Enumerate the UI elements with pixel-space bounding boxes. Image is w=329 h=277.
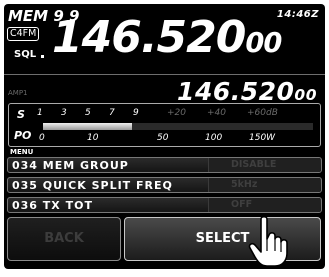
s-scale-tick: 9	[133, 108, 139, 118]
s-scale-tick: 3	[61, 108, 67, 118]
clock-display: 14:46Z	[276, 9, 319, 20]
menu-title: MENU	[10, 148, 34, 156]
po-meter-label: PO	[14, 129, 32, 142]
sql-indicator: SQL	[14, 49, 37, 60]
menu-item-value: 5kHz	[208, 178, 320, 192]
po-scale-tick: 100	[205, 133, 223, 143]
back-button[interactable]: BACK	[7, 217, 121, 261]
s-scale-tick: +60dB	[247, 108, 278, 118]
menu-item-label: 034 MEM GROUP	[12, 159, 129, 172]
menu-item-label: 035 QUICK SPLIT FREQ	[12, 179, 173, 192]
sql-dot	[41, 55, 44, 58]
po-scale-tick: 10	[87, 133, 99, 143]
s-scale-tick: +40	[207, 108, 226, 118]
s-scale-tick: 5	[85, 108, 91, 118]
s-scale-tick: 7	[109, 108, 115, 118]
main-frequency-digits: 146.520	[52, 12, 246, 63]
po-scale-tick: 150W	[249, 133, 276, 143]
sub-frequency: 146.52000	[177, 77, 317, 106]
menu-item[interactable]: 034 MEM GROUP DISABLE	[7, 157, 322, 173]
meter-bar-fill	[43, 123, 133, 130]
menu-item-value: DISABLE	[208, 158, 320, 172]
po-scale-tick: 0	[39, 133, 45, 143]
sub-frequency-digits: 146.520	[177, 77, 295, 106]
mode-badge: C4FM	[7, 27, 40, 41]
s-scale-tick: +20	[167, 108, 186, 118]
menu-item[interactable]: 036 TX TOT OFF	[7, 197, 322, 213]
main-frequency-small-digits: 00	[245, 28, 282, 59]
menu-item[interactable]: 035 QUICK SPLIT FREQ 5kHz	[7, 177, 322, 193]
meter-bar	[43, 123, 313, 130]
sub-frequency-small-digits: 00	[294, 86, 317, 104]
menu-item-value: OFF	[208, 198, 320, 212]
po-scale-tick: 50	[157, 133, 169, 143]
s-scale-tick: 1	[37, 108, 43, 118]
signal-meter: S PO 1 3 5 7 9 +20 +40 +60dB 0 10 50 100 150W	[8, 103, 321, 147]
menu-item-label: 036 TX TOT	[12, 199, 93, 212]
main-frequency: 146.52000	[52, 12, 282, 63]
divider	[4, 74, 325, 75]
amp-indicator: AMP1	[8, 89, 28, 97]
hand-pointer-icon	[248, 215, 288, 267]
s-meter-label: S	[17, 108, 25, 121]
